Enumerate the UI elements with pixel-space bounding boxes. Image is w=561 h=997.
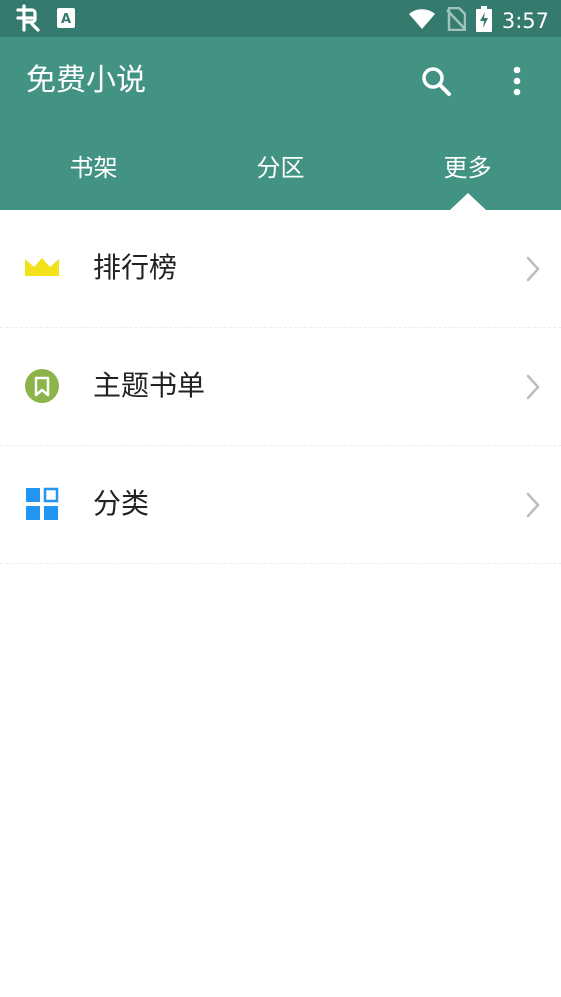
no-sim-icon — [445, 6, 467, 35]
bug-icon — [14, 4, 42, 36]
chevron-right-icon — [525, 491, 541, 519]
tab-more[interactable]: 更多 — [374, 137, 561, 210]
more-vertical-icon — [502, 66, 532, 103]
list-item-label: 排行榜 — [93, 251, 178, 284]
crown-icon — [24, 250, 60, 286]
tab-zones[interactable]: 分区 — [187, 137, 374, 210]
app-bar: 免费小说 书架 分区 更多 — [0, 37, 561, 210]
wifi-icon — [408, 8, 436, 34]
text-a-icon: A — [56, 7, 76, 33]
status-bar: A 3:57 — [0, 0, 561, 37]
svg-text:A: A — [61, 12, 71, 27]
chevron-right-icon — [525, 255, 541, 283]
bookmark-circle-icon — [24, 368, 60, 404]
page-title: 免费小说 — [26, 63, 146, 98]
search-button[interactable] — [418, 63, 454, 99]
battery-charging-icon — [475, 6, 492, 36]
list-item-label: 主题书单 — [93, 369, 206, 402]
tab-bar: 书架 分区 更多 — [0, 137, 561, 210]
list-item-label: 分类 — [93, 487, 150, 520]
status-time: 3:57 — [501, 9, 549, 33]
more-options-button[interactable] — [502, 63, 532, 99]
search-icon — [418, 67, 454, 103]
chevron-right-icon — [525, 373, 541, 401]
more-menu-list: 排行榜 主题书单 分类 — [0, 210, 561, 564]
grid-icon — [24, 486, 60, 522]
tab-bookshelf[interactable]: 书架 — [0, 137, 187, 210]
list-item-category[interactable]: 分类 — [0, 446, 561, 564]
list-item-ranking[interactable]: 排行榜 — [0, 210, 561, 328]
list-item-theme-booklist[interactable]: 主题书单 — [0, 328, 561, 446]
